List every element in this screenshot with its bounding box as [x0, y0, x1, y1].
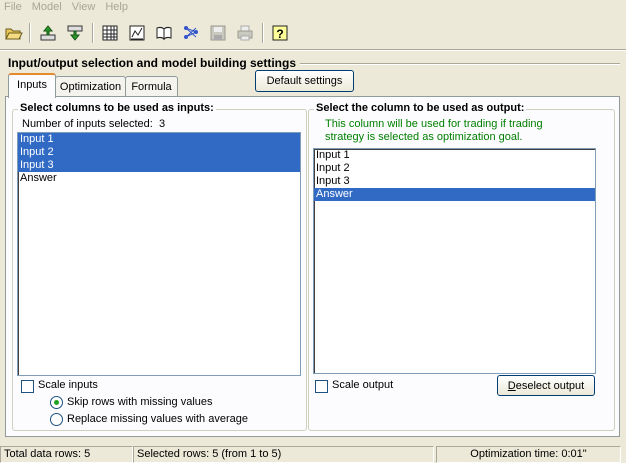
print-icon[interactable]: [234, 22, 256, 44]
inputs-listbox[interactable]: Input 1 Input 2 Input 3 Answer: [17, 132, 301, 376]
list-item[interactable]: Input 1: [18, 133, 300, 146]
network-icon[interactable]: [180, 22, 202, 44]
replace-missing-radio[interactable]: [50, 413, 63, 426]
status-optimization-time: Optimization time: 0:01": [436, 446, 621, 463]
menu-view[interactable]: View: [67, 0, 101, 13]
inputs-count-value: 3: [158, 118, 166, 130]
section-divider: [300, 63, 620, 65]
list-item[interactable]: Input 2: [314, 162, 595, 175]
list-item[interactable]: Input 2: [18, 146, 300, 159]
status-total-rows: Total data rows: 5: [0, 446, 133, 463]
menu-help[interactable]: Help: [100, 0, 133, 13]
load-down-icon[interactable]: [64, 22, 86, 44]
deselect-output-label: eselect output: [515, 379, 585, 392]
skip-rows-radio[interactable]: [50, 396, 63, 409]
deselect-output-mnemonic: D: [507, 379, 516, 392]
tab-optimization[interactable]: Optimization: [55, 76, 126, 97]
output-group-title: Select the column to be used as output:: [314, 102, 527, 114]
list-item[interactable]: Input 1: [314, 149, 595, 162]
toolbar: ?: [0, 19, 626, 47]
inputs-group-title: Select columns to be used as inputs:: [18, 102, 216, 114]
menu-bar: File Model View Help: [0, 0, 626, 18]
toolbar-divider: [0, 49, 626, 51]
skip-rows-label: Skip rows with missing values: [67, 396, 213, 408]
save-icon[interactable]: [207, 22, 229, 44]
section-title: Input/output selection and model buildin…: [8, 56, 296, 70]
status-selected-rows: Selected rows: 5 (from 1 to 5): [133, 446, 434, 463]
list-item[interactable]: Answer: [314, 188, 595, 201]
menu-file[interactable]: File: [0, 0, 27, 13]
book-icon[interactable]: [153, 22, 175, 44]
output-listbox[interactable]: Input 1 Input 2 Input 3 Answer: [313, 148, 596, 374]
table-icon[interactable]: [99, 22, 121, 44]
tab-formula[interactable]: Formula: [125, 76, 178, 97]
output-note-line2: strategy is selected as optimization goa…: [325, 131, 523, 143]
list-item[interactable]: Input 3: [314, 175, 595, 188]
load-up-icon[interactable]: [37, 22, 59, 44]
scale-inputs-label: Scale inputs: [38, 379, 98, 391]
scale-output-checkbox[interactable]: [315, 380, 328, 393]
tab-inputs[interactable]: Inputs: [8, 73, 56, 98]
list-item[interactable]: Input 3: [18, 159, 300, 172]
help-icon[interactable]: ?: [269, 22, 291, 44]
deselect-output-button[interactable]: Deselect output: [497, 375, 595, 396]
menu-model[interactable]: Model: [27, 0, 67, 13]
scale-inputs-checkbox[interactable]: [21, 380, 34, 393]
inputs-count-label: Number of inputs selected: 3: [22, 118, 166, 130]
replace-missing-label: Replace missing values with average: [67, 413, 248, 425]
list-item[interactable]: Answer: [18, 172, 300, 185]
svg-text:?: ?: [276, 27, 283, 41]
default-settings-button[interactable]: Default settings: [255, 70, 354, 92]
scale-output-label: Scale output: [332, 379, 394, 391]
output-note-line1: This column will be used for trading if …: [325, 118, 543, 130]
chart-icon[interactable]: [126, 22, 148, 44]
open-folder-icon[interactable]: [3, 22, 25, 44]
